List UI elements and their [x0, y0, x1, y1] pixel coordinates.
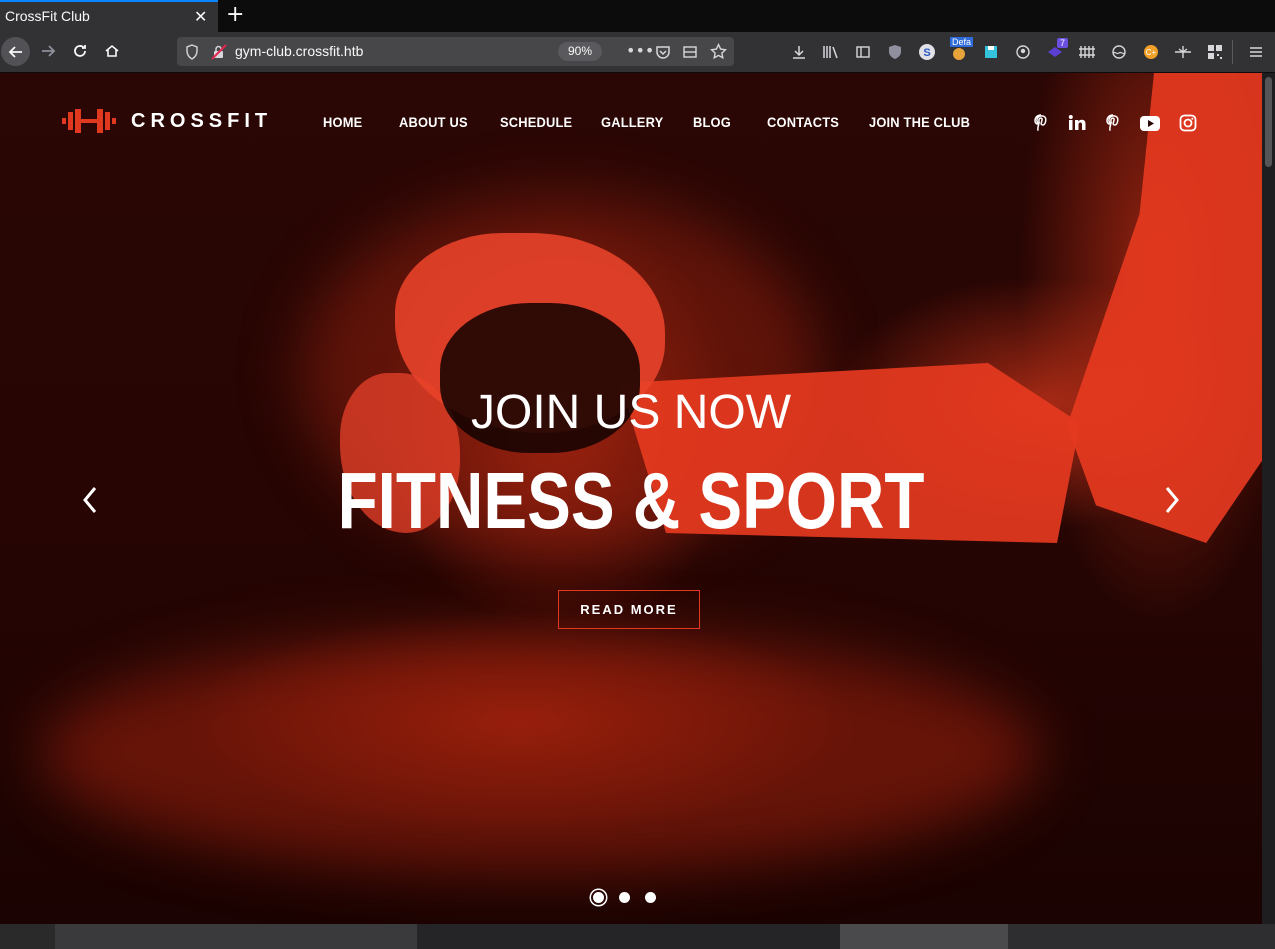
reload-button[interactable] — [65, 36, 95, 66]
extension-plane-icon[interactable] — [1173, 42, 1193, 62]
back-arrow-icon — [8, 45, 22, 58]
home-icon — [105, 44, 119, 57]
svg-text:S: S — [923, 47, 930, 59]
forward-button[interactable] — [33, 36, 63, 66]
slider-prev-button[interactable] — [75, 482, 105, 518]
preview-image — [0, 924, 55, 949]
extension-badge: Defa — [950, 37, 974, 47]
reload-icon — [74, 45, 86, 57]
tab-title: CrossFit Club — [5, 8, 90, 24]
next-section-preview — [0, 924, 1275, 949]
extension-wave-icon[interactable] — [1109, 42, 1129, 62]
read-more-button[interactable]: READ MORE — [558, 590, 700, 629]
chevron-right-icon — [1165, 487, 1179, 513]
sidebar-icon[interactable] — [853, 42, 873, 62]
preview-image — [1008, 924, 1275, 949]
bookmark-star-icon[interactable] — [710, 43, 727, 60]
slider-dot-2[interactable] — [619, 891, 630, 903]
pocket-icon[interactable] — [655, 44, 671, 60]
nav-contacts[interactable]: CONTACTS — [767, 114, 839, 130]
logo-text: CROSSFIT — [131, 109, 273, 132]
account-icon[interactable] — [1013, 42, 1033, 62]
chevron-left-icon — [83, 487, 97, 513]
extension-cookie-icon[interactable]: C+ — [1141, 42, 1161, 62]
preview-image — [840, 924, 1008, 949]
powder-cloud-lower — [40, 633, 1040, 873]
nav-about-us[interactable]: ABOUT US — [399, 114, 468, 130]
insecure-lock-icon[interactable] — [211, 44, 227, 60]
close-tab-icon[interactable]: ✕ — [194, 7, 207, 26]
pinterest-icon[interactable] — [1103, 113, 1123, 133]
downloads-icon[interactable] — [789, 42, 809, 62]
slider-dot-1[interactable] — [593, 891, 604, 903]
page-actions-icon[interactable]: ••• — [626, 41, 654, 60]
library-icon[interactable] — [821, 42, 841, 62]
home-button[interactable] — [97, 36, 127, 66]
navigation-toolbar: gym-club.crossfit.htb 90% ••• S Defa 7 C… — [0, 32, 1275, 73]
hero-slider: CROSSFIT HOME ABOUT US SCHEDULE GALLERY … — [0, 73, 1262, 924]
forward-arrow-icon — [42, 45, 56, 57]
site-logo[interactable]: CROSSFIT — [62, 109, 272, 133]
zoom-level-badge[interactable]: 90% — [558, 42, 602, 61]
shield-icon[interactable] — [185, 44, 199, 60]
extension-fence-icon[interactable] — [1077, 42, 1097, 62]
url-text[interactable]: gym-club.crossfit.htb — [235, 43, 363, 59]
slider-next-button[interactable] — [1157, 482, 1187, 518]
linkedin-icon[interactable] — [1067, 113, 1087, 133]
tab-strip: CrossFit Club ✕ + — [0, 0, 1275, 32]
nav-gallery[interactable]: GALLERY — [601, 114, 663, 130]
hero-subtitle: JOIN US NOW — [471, 386, 791, 439]
hamburger-menu-icon[interactable] — [1246, 42, 1266, 62]
youtube-icon[interactable] — [1139, 113, 1161, 133]
nav-home[interactable]: HOME — [323, 114, 362, 130]
pinterest-icon[interactable] — [1031, 113, 1051, 133]
slider-pagination — [593, 888, 671, 906]
reader-view-icon[interactable] — [682, 44, 698, 60]
save-extension-icon[interactable] — [981, 42, 1001, 62]
page-scrollbar[interactable] — [1262, 73, 1275, 924]
hero-title: FITNESS & SPORT — [337, 456, 925, 545]
browser-tab[interactable]: CrossFit Club ✕ — [0, 0, 218, 32]
back-button[interactable] — [1, 37, 30, 66]
ublock-icon[interactable] — [885, 42, 905, 62]
preview-image — [55, 924, 417, 949]
slider-dot-3[interactable] — [645, 891, 656, 903]
scrollbar-thumb[interactable] — [1265, 77, 1272, 167]
preview-image — [417, 924, 840, 949]
new-tab-button[interactable]: + — [226, 2, 244, 27]
nav-blog[interactable]: BLOG — [693, 114, 731, 130]
nav-join-the-club[interactable]: JOIN THE CLUB — [869, 114, 970, 130]
barbell-icon — [62, 109, 116, 133]
svg-text:C+: C+ — [1146, 48, 1157, 57]
toolbar-divider — [1232, 40, 1233, 64]
extension-s-icon[interactable]: S — [917, 42, 937, 62]
qr-code-icon[interactable] — [1205, 42, 1225, 62]
extension-count-badge: 7 — [1057, 38, 1069, 48]
nav-schedule[interactable]: SCHEDULE — [500, 114, 572, 130]
url-bar[interactable]: gym-club.crossfit.htb 90% ••• — [177, 37, 734, 66]
instagram-icon[interactable] — [1178, 113, 1198, 133]
